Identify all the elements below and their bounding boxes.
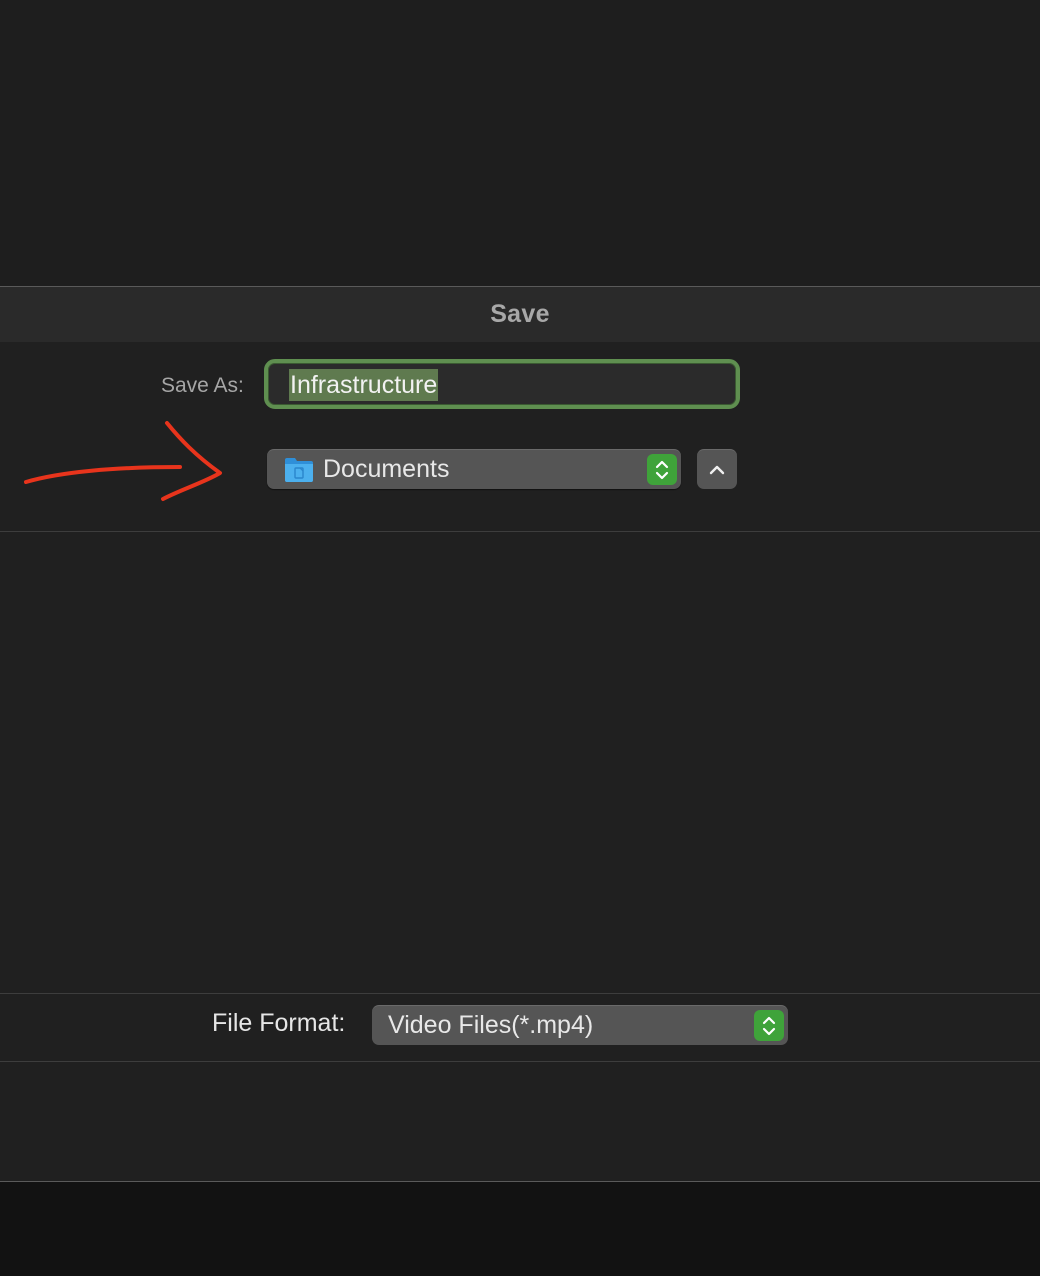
file-browser-area xyxy=(0,532,1040,993)
divider xyxy=(0,993,1040,994)
save-as-field[interactable]: Infrastructure xyxy=(264,359,740,409)
location-popup[interactable]: Documents xyxy=(267,449,681,489)
dialog-titlebar: Save xyxy=(0,287,1040,342)
save-as-input[interactable]: Infrastructure xyxy=(289,369,439,401)
up-down-chevrons-icon[interactable] xyxy=(647,454,677,485)
save-as-label: Save As: xyxy=(161,374,244,397)
folder-icon xyxy=(285,458,313,482)
divider xyxy=(0,1061,1040,1062)
file-format-value: Video Files(*.mp4) xyxy=(388,1011,594,1039)
file-format-popup[interactable]: Video Files(*.mp4) xyxy=(372,1005,788,1045)
expand-dialog-button[interactable] xyxy=(697,449,737,489)
dialog-title: Save xyxy=(490,300,550,328)
window-backdrop xyxy=(0,0,1040,286)
bottom-backdrop xyxy=(0,1182,1040,1276)
file-format-label: File Format: xyxy=(212,1009,346,1037)
location-label: Documents xyxy=(323,455,450,483)
chevron-up-icon xyxy=(709,465,725,474)
red-arrow-annotation xyxy=(24,421,222,501)
up-down-chevrons-icon[interactable] xyxy=(754,1010,784,1041)
